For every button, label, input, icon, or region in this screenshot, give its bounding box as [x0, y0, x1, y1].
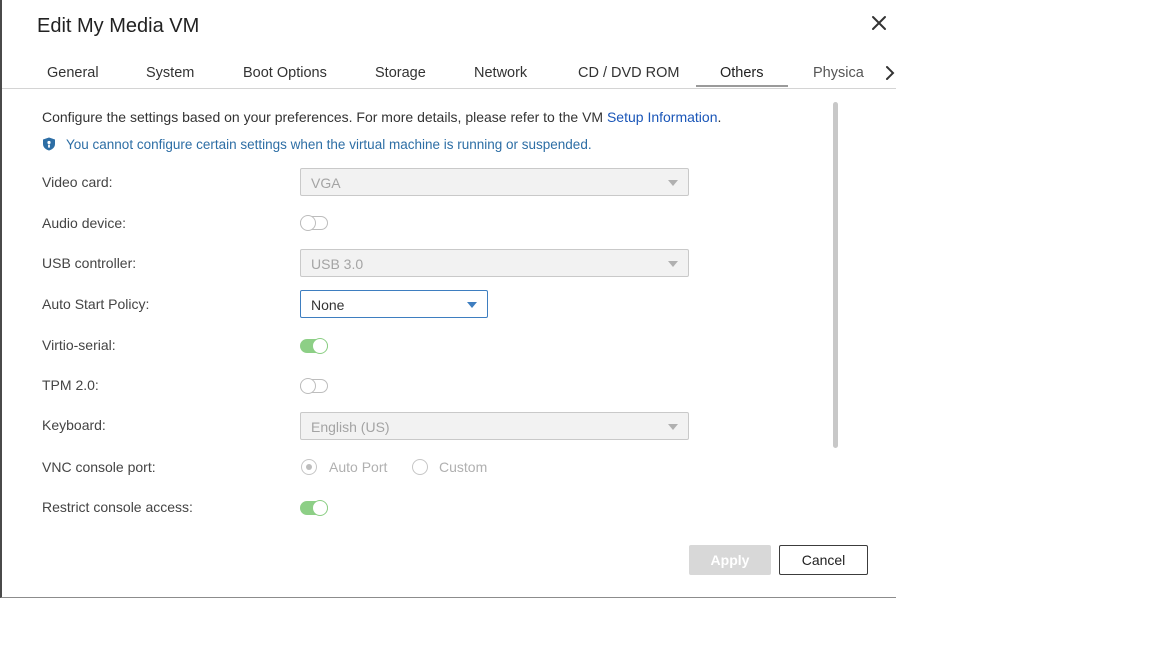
restrict-console-access-label: Restrict console access:: [42, 499, 193, 515]
auto-start-policy-select[interactable]: None: [300, 290, 488, 318]
tab-bar: General System Boot Options Storage Netw…: [2, 56, 896, 89]
vnc-console-port-label: VNC console port:: [42, 459, 156, 475]
keyboard-label: Keyboard:: [42, 417, 106, 433]
tab-system[interactable]: System: [146, 65, 194, 81]
cancel-button[interactable]: Cancel: [779, 545, 868, 575]
intro-suffix: .: [717, 109, 722, 125]
usb-controller-value: USB 3.0: [311, 256, 364, 272]
chevron-right-icon[interactable]: [882, 64, 896, 82]
intro-text: Configure the settings based on your pre…: [42, 109, 721, 125]
tab-others[interactable]: Others: [720, 65, 764, 81]
audio-device-toggle[interactable]: [300, 215, 328, 231]
info-shield-icon: [42, 137, 56, 151]
apply-button[interactable]: Apply: [689, 545, 771, 575]
video-card-value: VGA: [311, 175, 341, 191]
custom-port-radio: [412, 459, 428, 475]
auto-start-policy-label: Auto Start Policy:: [42, 296, 150, 312]
video-card-select: VGA: [300, 168, 689, 196]
usb-controller-select: USB 3.0: [300, 249, 689, 277]
tab-physical[interactable]: Physica: [813, 65, 864, 81]
notice-text: You cannot configure certain settings wh…: [66, 137, 592, 152]
chevron-down-icon: [668, 180, 678, 186]
restrict-console-access-toggle[interactable]: [300, 500, 328, 516]
tab-cd-dvd-rom[interactable]: CD / DVD ROM: [578, 65, 680, 81]
chevron-down-icon: [668, 424, 678, 430]
auto-start-policy-value: None: [311, 297, 345, 313]
auto-port-radio: [301, 459, 317, 475]
dialog-title: Edit My Media VM: [37, 15, 200, 37]
tab-general[interactable]: General: [47, 65, 99, 81]
tab-boot-options[interactable]: Boot Options: [243, 65, 327, 81]
tab-physical-clip: Physica: [813, 56, 875, 86]
keyboard-select: English (US): [300, 412, 689, 440]
keyboard-value: English (US): [311, 419, 390, 435]
setup-information-link[interactable]: Setup Information: [607, 109, 718, 125]
usb-controller-label: USB controller:: [42, 255, 137, 271]
chevron-down-icon: [668, 261, 678, 267]
chevron-down-icon: [467, 302, 477, 308]
edit-vm-dialog: Edit My Media VM General System Boot Opt…: [0, 0, 896, 598]
virtio-serial-toggle[interactable]: [300, 338, 328, 354]
auto-port-label: Auto Port: [329, 459, 388, 475]
custom-port-label: Custom: [439, 459, 488, 475]
tpm-label: TPM 2.0:: [42, 377, 99, 393]
tab-network[interactable]: Network: [474, 65, 527, 81]
intro-body: Configure the settings based on your pre…: [42, 109, 607, 125]
scrollbar[interactable]: [833, 102, 838, 448]
tpm-toggle[interactable]: [300, 378, 328, 394]
video-card-label: Video card:: [42, 174, 113, 190]
active-tab-indicator: [696, 85, 788, 87]
virtio-serial-label: Virtio-serial:: [42, 337, 116, 353]
close-icon[interactable]: [868, 12, 890, 34]
tab-storage[interactable]: Storage: [375, 65, 426, 81]
audio-device-label: Audio device:: [42, 215, 127, 231]
